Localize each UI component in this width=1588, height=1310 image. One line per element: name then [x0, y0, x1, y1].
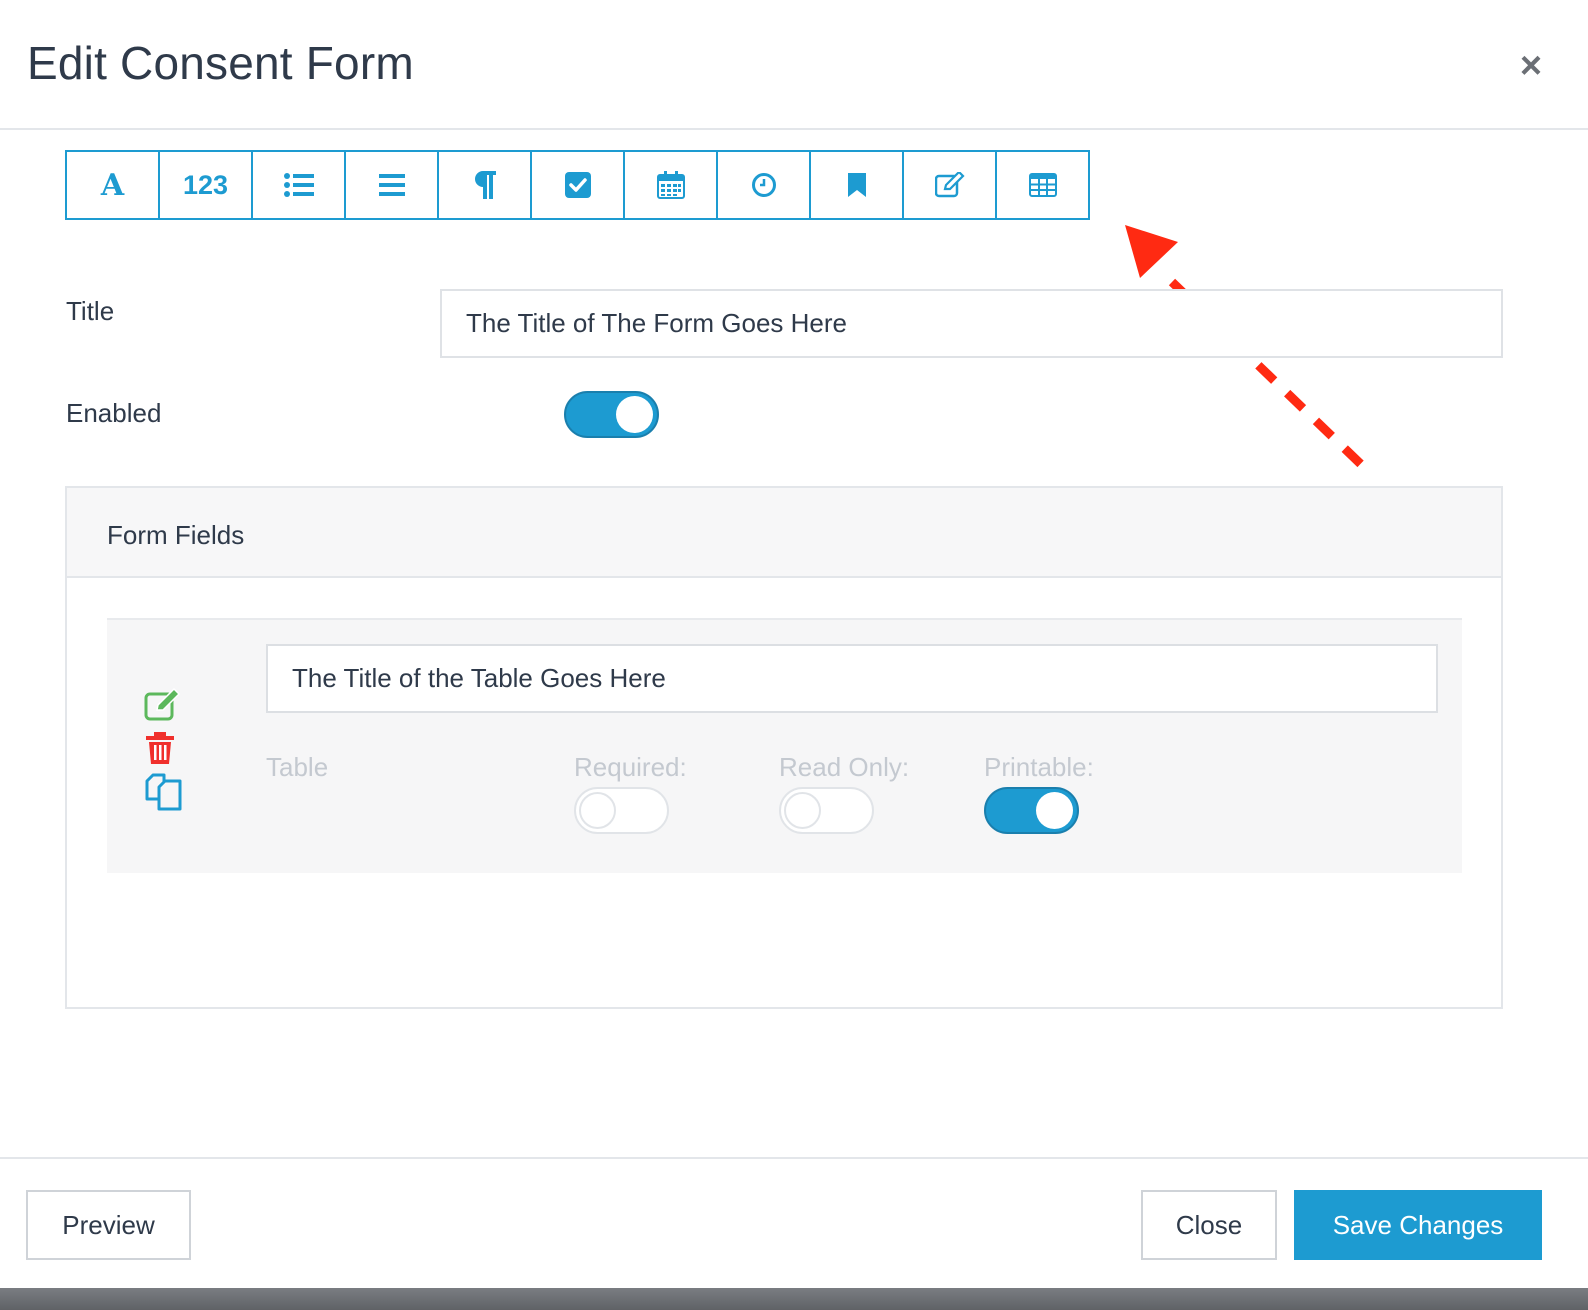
checkbox-field-button[interactable] [530, 150, 625, 220]
form-fields-header: Form Fields [67, 488, 1501, 578]
align-field-button[interactable] [344, 150, 439, 220]
field-type-label: Table [266, 752, 329, 782]
printable-label: Printable: [984, 752, 1094, 782]
number-icon: 123 [182, 169, 229, 200]
title-label: Title [66, 296, 115, 326]
required-label: Required: [574, 752, 687, 782]
check-square-icon [564, 172, 591, 198]
toggle-knob [1036, 792, 1073, 829]
toggle-knob [579, 792, 616, 829]
table-field-button[interactable] [995, 150, 1090, 220]
footer-divider [0, 1157, 1588, 1159]
toggle-knob [784, 792, 821, 829]
printable-toggle[interactable] [984, 787, 1079, 834]
align-justify-icon [378, 174, 405, 196]
enabled-label: Enabled [66, 398, 162, 428]
read-only-label: Read Only: [779, 752, 910, 782]
text-field-button[interactable]: A [65, 150, 160, 220]
table-title-input[interactable]: The Title of the Table Goes Here [266, 644, 1438, 713]
close-button[interactable]: Close [1141, 1190, 1277, 1260]
list-ul-icon [283, 173, 314, 197]
bookmark-field-button[interactable] [809, 150, 904, 220]
edit-icon [934, 172, 965, 198]
signature-field-button[interactable] [902, 150, 997, 220]
time-field-button[interactable] [716, 150, 811, 220]
font-icon: A [100, 167, 125, 203]
list-field-button[interactable] [251, 150, 346, 220]
trash-icon[interactable] [145, 731, 175, 765]
clock-icon [751, 173, 776, 197]
bookmark-icon [847, 173, 866, 197]
copy-icon[interactable] [144, 773, 184, 811]
date-field-button[interactable] [623, 150, 718, 220]
modal-header: Edit Consent Form × [0, 0, 1588, 130]
required-toggle[interactable] [574, 787, 669, 834]
modal-title: Edit Consent Form [27, 37, 414, 89]
preview-button[interactable]: Preview [26, 1190, 191, 1260]
save-changes-button[interactable]: Save Changes [1294, 1190, 1542, 1260]
edit-icon[interactable] [144, 688, 182, 722]
paragraph-field-button[interactable] [437, 150, 532, 220]
number-field-button[interactable]: 123 [158, 150, 253, 220]
form-fields-title: Form Fields [107, 520, 245, 550]
table-icon [1028, 173, 1057, 197]
toggle-knob [616, 396, 653, 433]
form-title-input[interactable]: The Title of The Form Goes Here [440, 289, 1503, 358]
paragraph-icon [474, 171, 496, 199]
field-type-toolbar: A 123 [65, 150, 1090, 220]
read-only-toggle[interactable] [779, 787, 874, 834]
window-bottom-edge [0, 1288, 1588, 1310]
close-icon[interactable]: × [1515, 46, 1547, 86]
calendar-icon [656, 171, 685, 199]
enabled-toggle[interactable] [564, 391, 659, 438]
